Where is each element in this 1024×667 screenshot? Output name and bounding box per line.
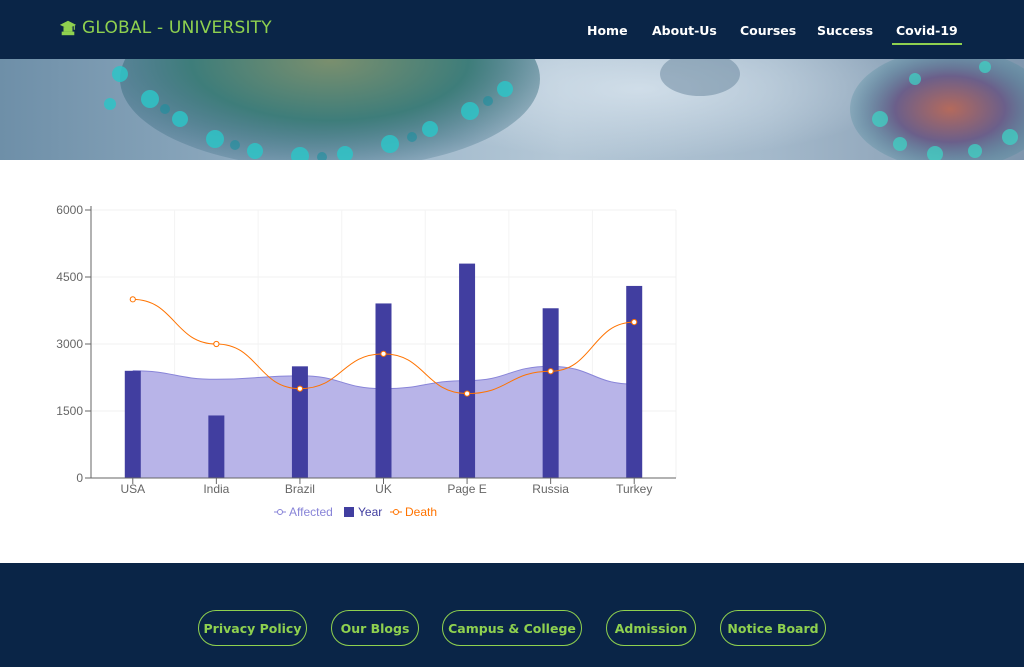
notice-board-button[interactable]: Notice Board [720, 610, 826, 646]
our-blogs-button[interactable]: Our Blogs [331, 610, 419, 646]
y-tick-label: 1500 [56, 404, 83, 418]
death-point [463, 390, 471, 397]
death-point [380, 350, 387, 357]
legend-year-marker [344, 507, 354, 517]
death-point [129, 296, 136, 303]
nav-covid-19[interactable]: Covid-19 [892, 23, 962, 45]
bar-year [375, 303, 392, 478]
nav-courses[interactable]: Courses [740, 23, 796, 38]
y-tick-label: 3000 [56, 337, 83, 351]
death-point [296, 385, 304, 392]
footer: Privacy Policy Our Blogs Campus & Colleg… [0, 563, 1024, 667]
death-point [213, 340, 220, 348]
x-tick-label: USA [120, 482, 145, 496]
brand-name: GLOBAL - UNIVERSITY [82, 18, 272, 38]
privacy-policy-button[interactable]: Privacy Policy [198, 610, 307, 646]
covid-chart: 0 1500 3000 4500 6000 USA India Brazil UK Page E R… [0, 160, 1024, 563]
brand-logo[interactable]: GLOBAL - UNIVERSITY [59, 18, 272, 38]
nav-about-us[interactable]: About-Us [652, 23, 717, 38]
legend-death-label: Death [405, 505, 437, 519]
bar-year [626, 285, 643, 478]
death-point [631, 319, 638, 326]
legend-affected-marker [277, 509, 283, 515]
bar-year [291, 366, 308, 478]
x-tick-label: Russia [532, 482, 569, 496]
navbar: GLOBAL - UNIVERSITY Home About-Us Course… [0, 0, 1024, 59]
hero-banner-image [0, 59, 1024, 160]
legend-affected-label: Affected [289, 505, 333, 519]
bar-year [459, 263, 476, 478]
legend-year-label: Year [358, 505, 382, 519]
campus-college-button[interactable]: Campus & College [442, 610, 582, 646]
composed-chart: 0 1500 3000 4500 6000 USA India Brazil UK Page E R… [56, 203, 677, 519]
bar-year [542, 308, 559, 478]
x-tick-label: India [203, 482, 229, 496]
y-tick-label: 6000 [56, 203, 83, 217]
virus-illustration [104, 59, 1024, 160]
admission-button[interactable]: Admission [606, 610, 696, 646]
y-tick-label: 0 [76, 471, 83, 485]
bar-year [124, 370, 141, 478]
bar-year [208, 415, 225, 478]
graduation-cap-icon [59, 20, 77, 36]
x-tick-label: Page E [447, 482, 486, 496]
x-tick-label: UK [375, 482, 392, 496]
nav-home[interactable]: Home [587, 23, 628, 38]
death-point [547, 368, 554, 375]
x-tick-label: Turkey [616, 482, 652, 496]
legend-death-marker [393, 509, 399, 515]
x-tick-label: Brazil [285, 482, 315, 496]
nav-success[interactable]: Success [817, 23, 873, 38]
y-tick-label: 4500 [56, 270, 83, 284]
